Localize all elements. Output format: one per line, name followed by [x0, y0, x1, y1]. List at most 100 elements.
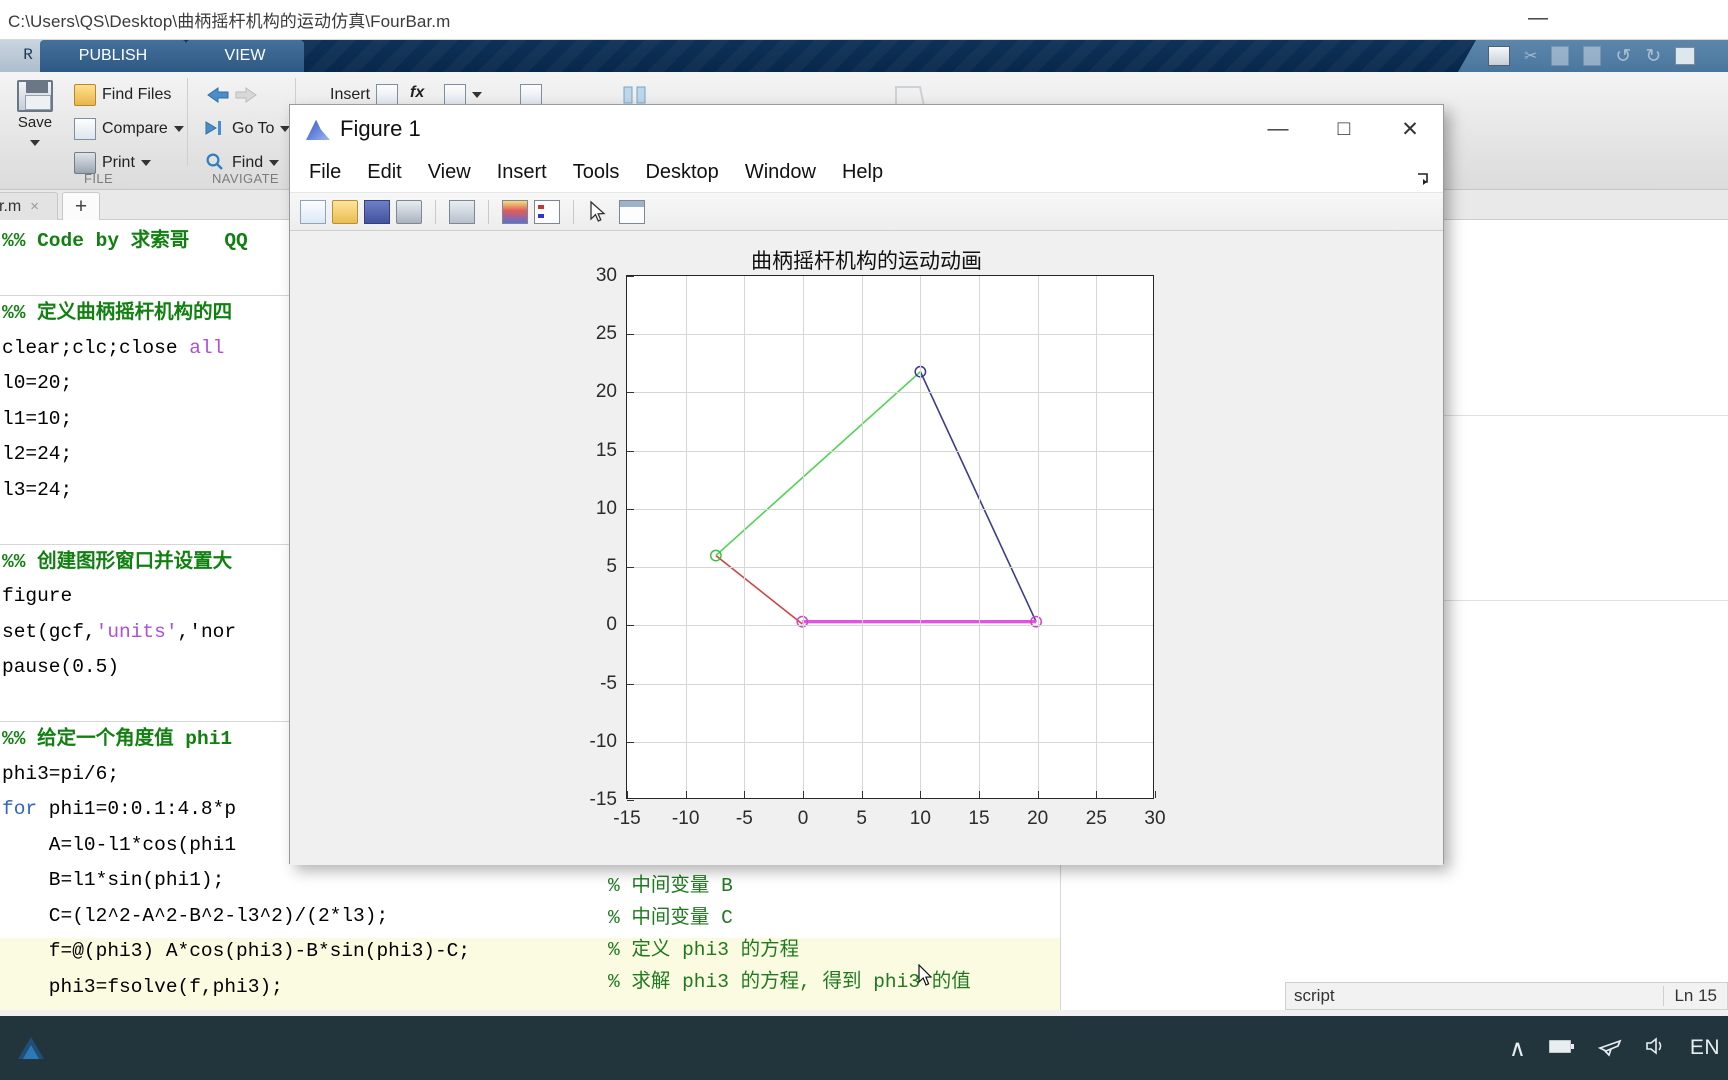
- figure-window[interactable]: Figure 1 — □ ✕ File Edit View Insert Too…: [289, 104, 1444, 986]
- matlab-logo-icon: [306, 119, 330, 140]
- figure-title-label: Figure 1: [340, 116, 421, 141]
- comment-icon[interactable]: [520, 84, 542, 106]
- find-files-button[interactable]: Find Files: [74, 84, 171, 106]
- group-label-file: FILE: [84, 171, 114, 186]
- y-tick-mark: [627, 625, 634, 627]
- x-tick-mark: [685, 791, 687, 798]
- breakpoints-icon[interactable]: [620, 84, 650, 106]
- figure-minimize-button[interactable]: —: [1245, 105, 1311, 153]
- print-figure-icon[interactable]: [396, 199, 422, 224]
- plot-axes[interactable]: -15 -10 -5 0 5 10 15 20 25 30 -15 -10 -5 0 5 10 15 20 25 30: [590, 265, 1166, 829]
- menu-edit[interactable]: Edit: [354, 161, 414, 184]
- qa-redo-icon[interactable]: ↻: [1645, 45, 1661, 68]
- code-text: phi3=fsolve(f,phi3);: [2, 975, 283, 998]
- new-tab-button[interactable]: +: [62, 192, 100, 220]
- find-label: Find: [232, 154, 264, 171]
- figure-maximize-button[interactable]: □: [1311, 105, 1377, 153]
- gridline-horizontal: [627, 741, 1153, 743]
- compare-button[interactable]: Compare: [74, 118, 184, 140]
- tab-view[interactable]: VIEW: [186, 40, 304, 72]
- go-to-button[interactable]: Go To: [204, 118, 291, 140]
- gridline-vertical: [979, 276, 980, 798]
- menu-help[interactable]: Help: [829, 161, 896, 184]
- colorbar-icon[interactable]: [502, 199, 528, 224]
- menu-file[interactable]: File: [296, 161, 354, 184]
- editor-file-tab[interactable]: r.m ×: [0, 192, 58, 220]
- close-icon[interactable]: ×: [30, 198, 39, 215]
- menu-view[interactable]: View: [415, 161, 484, 184]
- go-to-icon: [204, 118, 226, 140]
- code-comment: % 定义 phi3 的方程: [608, 939, 800, 961]
- menu-insert[interactable]: Insert: [484, 161, 560, 184]
- gridline-vertical: [861, 276, 863, 798]
- qa-save-icon[interactable]: [1488, 46, 1510, 66]
- menu-tools[interactable]: Tools: [560, 161, 633, 184]
- qa-undo-icon[interactable]: ↺: [1615, 45, 1631, 68]
- plot-browser-icon[interactable]: [619, 199, 645, 224]
- legend-icon[interactable]: [534, 199, 560, 224]
- figure-canvas: 曲柄摇杆机构的运动动画 -15 -10 -5 0 5 10 15 20 25 30 -15 -10 -5…: [290, 231, 1443, 986]
- back-arrow-icon: [207, 87, 257, 103]
- x-tick-mark: [1096, 791, 1098, 798]
- gridline-horizontal: [627, 334, 1153, 336]
- menu-desktop[interactable]: Desktop: [632, 161, 731, 184]
- edit-plot-icon[interactable]: [587, 200, 613, 224]
- code-text: l1=10;: [2, 407, 73, 430]
- find-files-icon: [74, 84, 96, 106]
- status-script-type: script: [1294, 986, 1335, 1005]
- start-button[interactable]: [0, 1016, 62, 1080]
- print-label: Print: [102, 154, 135, 171]
- figure-toolbar: [290, 193, 1443, 231]
- x-tick-label: 0: [797, 808, 809, 829]
- code-text: for phi1=0:0.1:4.8*p: [2, 798, 237, 820]
- save-button-label: Save: [17, 114, 53, 131]
- open-file-icon[interactable]: [332, 199, 358, 224]
- save-disk-icon: [17, 80, 53, 112]
- volume-icon[interactable]: [1644, 1035, 1668, 1061]
- code-text: B=l1*sin(phi1);: [2, 869, 225, 891]
- y-tick-mark: [627, 741, 634, 743]
- new-figure-icon[interactable]: [300, 199, 326, 224]
- y-tick-label: -10: [589, 730, 617, 752]
- qa-cut-icon[interactable]: ✂: [1524, 46, 1537, 66]
- insert-function-icon[interactable]: fx: [410, 84, 424, 102]
- group-label-navigate: NAVIGATE: [212, 171, 280, 186]
- menu-window[interactable]: Window: [732, 161, 829, 184]
- dock-figure-icon[interactable]: [1415, 170, 1431, 190]
- gridline-horizontal: [627, 508, 1153, 510]
- insert-plot-icon[interactable]: [444, 84, 482, 106]
- print-preview-icon[interactable]: [449, 199, 475, 224]
- battery-icon[interactable]: [1548, 1036, 1576, 1060]
- x-tick-mark: [920, 791, 922, 798]
- save-figure-icon[interactable]: [364, 199, 390, 224]
- save-dropdown-caret-icon[interactable]: [8, 133, 62, 151]
- compare-caret-icon[interactable]: [173, 126, 184, 132]
- gridline-horizontal: [627, 625, 1153, 627]
- minimize-window-button[interactable]: —: [1518, 8, 1558, 32]
- qa-copy-icon[interactable]: [1551, 46, 1570, 66]
- x-tick-mark: [744, 791, 746, 798]
- y-tick-label: -5: [600, 672, 617, 694]
- find-caret-icon[interactable]: [269, 160, 280, 166]
- save-button[interactable]: Save: [8, 80, 62, 151]
- file-path-label: C:\Users\QS\Desktop\曲柄摇杆机构的运动仿真\FourBar.…: [8, 12, 451, 31]
- insert-button[interactable]: Insert: [330, 84, 399, 106]
- code-text: C=(l2^2-A^2-B^2-l3^2)/(2*l3);: [2, 904, 389, 927]
- back-forward-nav[interactable]: [204, 84, 260, 106]
- code-text: set(gcf,'units','nor: [2, 620, 237, 643]
- gridline-horizontal: [627, 683, 1153, 685]
- show-hidden-icons-chevron-icon[interactable]: ∧: [1509, 1036, 1526, 1060]
- airplane-mode-icon[interactable]: [1597, 1035, 1622, 1061]
- language-indicator[interactable]: EN: [1690, 1036, 1720, 1060]
- figure-close-button[interactable]: ✕: [1377, 105, 1443, 153]
- tab-publish[interactable]: PUBLISH: [40, 40, 186, 72]
- status-line-number: Ln 15: [1663, 986, 1727, 1006]
- four-bar-linkage-plot: [709, 365, 1043, 628]
- compare-icon: [74, 118, 96, 140]
- y-tick-label: 10: [595, 497, 617, 519]
- y-tick-label: 0: [606, 614, 617, 636]
- qa-paste-icon[interactable]: [1583, 46, 1602, 66]
- qa-window-icon[interactable]: [1675, 47, 1696, 65]
- y-tick-label: -15: [589, 789, 617, 810]
- print-caret-icon[interactable]: [140, 160, 151, 166]
